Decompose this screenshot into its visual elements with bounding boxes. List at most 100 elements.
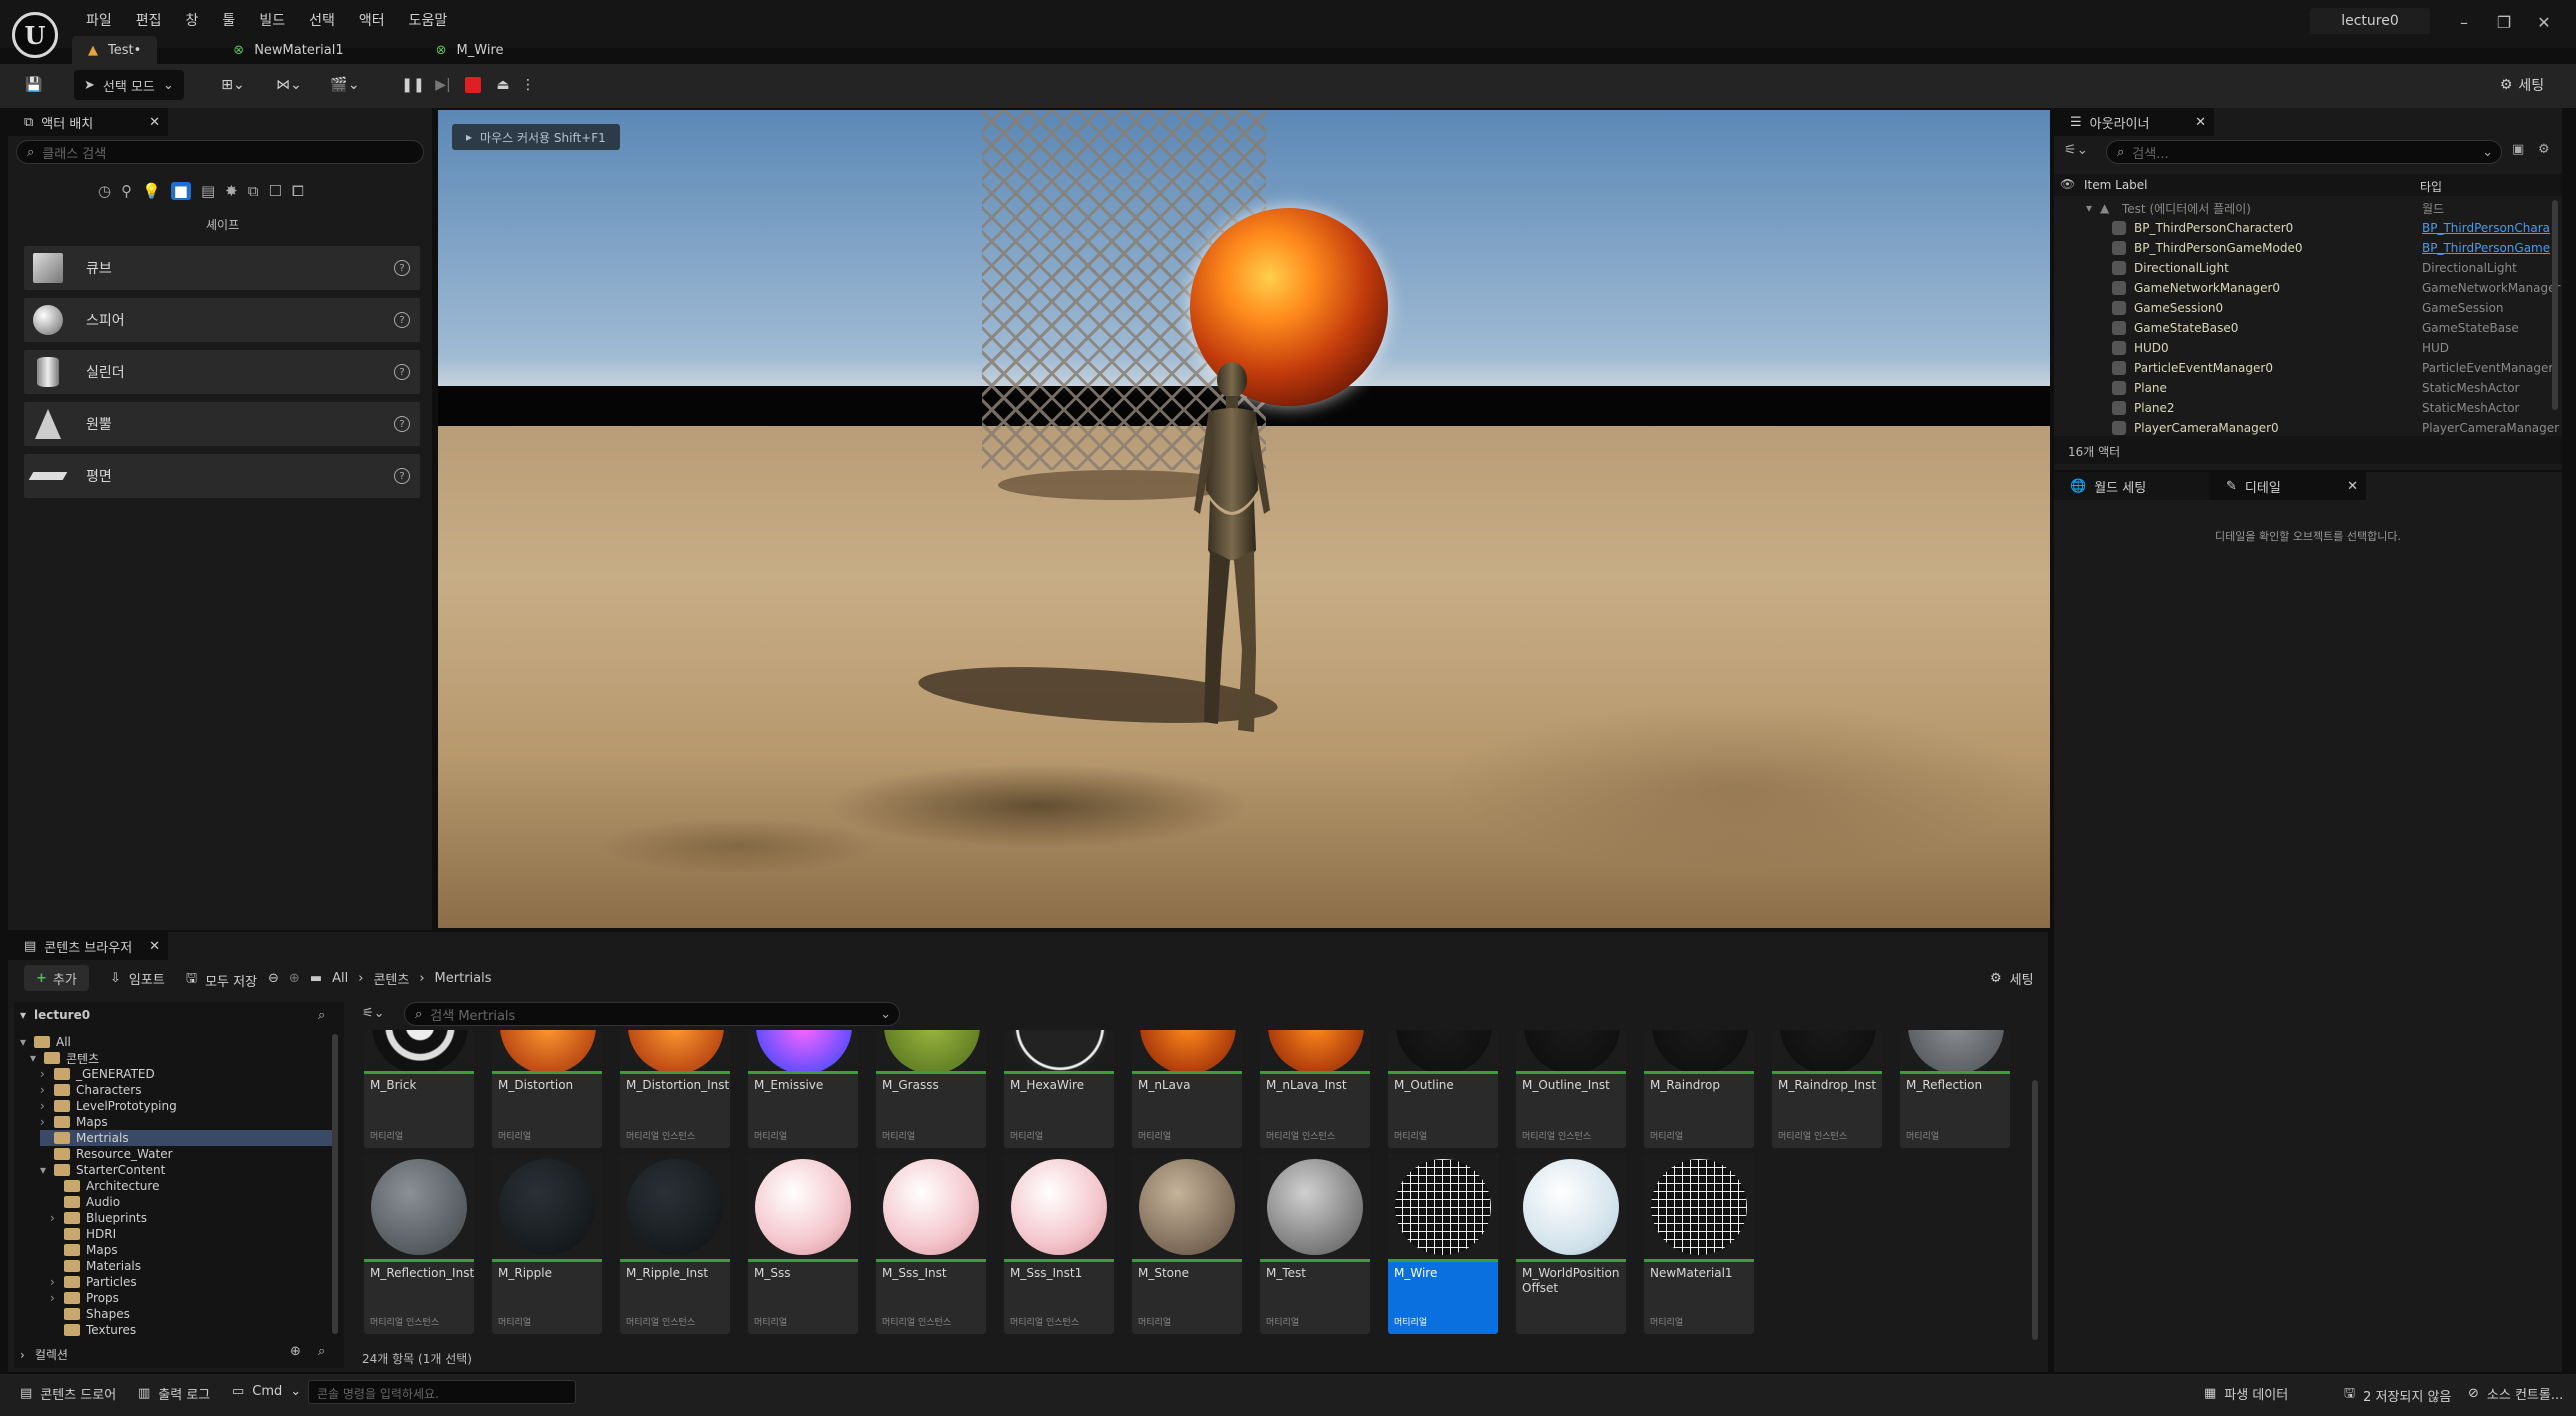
tree-folder[interactable]: ▾ All [20, 1034, 71, 1050]
tree-folder[interactable]: › _GENERATED [40, 1066, 155, 1082]
close-tab-icon[interactable]: ✕ [149, 939, 160, 954]
outliner-row[interactable]: DirectionalLight DirectionalLight [2066, 258, 2550, 278]
filter-icon[interactable]: ⚟⌄ [2064, 142, 2088, 158]
asset-tile[interactable]: M_Sss_Inst1 머티리얼 인스턴스 [1004, 1154, 1114, 1334]
outliner-row[interactable]: GameNetworkManager0 GameNetworkManager [2066, 278, 2560, 298]
menu-item-actor[interactable]: 액터 [347, 10, 397, 30]
outliner-row[interactable]: BP_ThirdPersonCharacter0 BP_ThirdPersonCh… [2066, 218, 2550, 238]
visual-effects-icon[interactable]: ✸ [225, 182, 238, 200]
tree-folder[interactable]: Mertrials [40, 1130, 334, 1146]
actor-type[interactable]: BP_ThirdPersonChara [2422, 221, 2550, 235]
recent-icon[interactable]: ◷ [98, 182, 111, 200]
menu-item-file[interactable]: 파일 [74, 10, 124, 30]
play-options-icon[interactable]: ⋮ [520, 70, 536, 100]
tree-folder[interactable]: ▾ 콘텐츠 [30, 1050, 99, 1066]
content-drawer-button[interactable]: ▤ 콘텐츠 드로어 [20, 1384, 116, 1403]
minimize-icon[interactable]: – [2444, 10, 2484, 34]
asset-tile[interactable]: M_Raindrop 머티리얼 [1644, 1030, 1754, 1148]
eject-icon[interactable]: ⏏ [490, 70, 516, 100]
asset-tile[interactable]: M_Ripple_Inst 머티리얼 인스턴스 [620, 1154, 730, 1334]
save-icon[interactable]: 💾 [16, 70, 52, 100]
mode-select-button[interactable]: ➤ 선택 모드 ⌄ [74, 70, 184, 100]
cinematics-icon[interactable]: 🎬⌄ [322, 70, 368, 100]
gear-icon[interactable]: ⚙ [2538, 142, 2550, 157]
tree-folder[interactable]: › Particles [50, 1274, 137, 1290]
blueprint-icon[interactable]: ⋈⌄ [266, 70, 312, 100]
tree-folder[interactable]: › Blueprints [50, 1210, 147, 1226]
tree-folder[interactable]: Audio [50, 1194, 120, 1210]
content-browser-tab[interactable]: ▤ 콘텐츠 브라우저 ✕ [8, 932, 168, 960]
import-button[interactable]: ⇩ 임포트 [110, 969, 165, 988]
shape-item-sphere[interactable]: 스피어 ? [24, 298, 420, 342]
tab-level-test[interactable]: ▲ Test• [72, 36, 158, 64]
save-all-button[interactable]: 🖫 모두 저장 [186, 969, 257, 991]
add-folder-icon[interactable]: ▣ [2512, 142, 2524, 157]
cmd-dropdown[interactable]: ▭ Cmd ⌄ [232, 1384, 301, 1399]
outliner-row[interactable]: Plane2 StaticMeshActor [2066, 398, 2550, 418]
search-icon[interactable]: ⌕ [318, 1008, 325, 1023]
tree-folder[interactable]: Shapes [50, 1306, 130, 1322]
column-item-label[interactable]: Item Label [2084, 178, 2148, 192]
cinematic-icon[interactable]: ▤ [201, 182, 215, 200]
search-icon[interactable]: ⌕ [318, 1344, 325, 1359]
step-frame-icon[interactable]: ▶| [430, 70, 456, 100]
help-icon[interactable]: ? [394, 416, 410, 432]
level-viewport[interactable]: ▸ 마우스 커서용 Shift+F1 [438, 110, 2050, 928]
menu-item-help[interactable]: 도움말 [397, 10, 460, 30]
asset-tile[interactable]: M_HexaWire 머티리얼 [1004, 1030, 1114, 1148]
expand-arrow-icon[interactable]: › [40, 1067, 48, 1081]
shape-item-cube[interactable]: 큐브 ? [24, 246, 420, 290]
outliner-row[interactable]: Plane StaticMeshActor [2066, 378, 2550, 398]
outliner-search-input[interactable]: ⌕ 검색... ⌄ [2106, 140, 2502, 164]
help-icon[interactable]: ? [394, 364, 410, 380]
collections-header[interactable]: › 컬렉션 [20, 1346, 68, 1363]
menu-item-select[interactable]: 선택 [297, 10, 347, 30]
tree-folder[interactable]: › Props [50, 1290, 119, 1306]
tab-newmaterial1[interactable]: ⊗ NewMaterial1 [217, 36, 359, 64]
more-classes-icon[interactable]: ⧠ [292, 182, 304, 200]
expand-arrow-icon[interactable]: › [50, 1275, 58, 1289]
help-icon[interactable]: ? [394, 260, 410, 276]
breadcrumb-all[interactable]: All [332, 971, 348, 986]
expand-arrow-icon[interactable]: › [50, 1291, 58, 1305]
stop-icon[interactable] [460, 70, 486, 100]
expand-arrow-icon[interactable]: › [40, 1083, 48, 1097]
expand-arrow-icon[interactable]: ▾ [20, 1035, 28, 1049]
help-icon[interactable]: ? [394, 312, 410, 328]
volumes-icon[interactable]: ⧉ [248, 182, 259, 200]
close-tab-icon[interactable]: ✕ [149, 115, 160, 130]
details-tab[interactable]: ✎ 디테일 ✕ [2210, 472, 2366, 500]
actor-type[interactable]: BP_ThirdPersonGame [2422, 241, 2550, 255]
outliner-row[interactable]: GameStateBase0 GameStateBase [2066, 318, 2550, 338]
expand-arrow-icon[interactable]: › [40, 1115, 48, 1129]
tree-root[interactable]: ▾ lecture0 [20, 1008, 90, 1022]
asset-tile[interactable]: M_Reflection 머티리얼 [1900, 1030, 2010, 1148]
column-type[interactable]: 타입 [2420, 178, 2442, 195]
asset-tile[interactable]: M_nLava_Inst 머티리얼 인스턴스 [1260, 1030, 1370, 1148]
expand-arrow-icon[interactable]: ▾ [40, 1163, 48, 1177]
lights-icon[interactable]: 💡 [142, 182, 161, 200]
filter-icon[interactable]: ⚟⌄ [362, 1006, 385, 1021]
add-button[interactable]: + 추가 [24, 965, 89, 991]
source-control-button[interactable]: ⊘ 소스 컨트롤... [2468, 1384, 2563, 1403]
asset-tile[interactable]: M_Grasss 머티리얼 [876, 1030, 986, 1148]
expand-arrow-icon[interactable]: › [50, 1211, 58, 1225]
asset-tile[interactable]: M_Test 머티리얼 [1260, 1154, 1370, 1334]
menu-item-build[interactable]: 빌드 [247, 10, 297, 30]
tree-folder[interactable]: › Characters [40, 1082, 142, 1098]
asset-scrollbar[interactable] [2032, 1080, 2038, 1340]
asset-tile[interactable]: NewMaterial1 머티리얼 [1644, 1154, 1754, 1334]
shape-item-cone[interactable]: 원뿔 ? [24, 402, 420, 446]
unsaved-button[interactable]: 🖫 2 저장되지 않음 [2344, 1384, 2451, 1406]
outliner-row[interactable]: HUD0 HUD [2066, 338, 2550, 358]
forward-icon[interactable]: ⊕ [289, 971, 300, 986]
tree-folder[interactable]: Architecture [50, 1178, 159, 1194]
console-input[interactable]: 콘솔 명령을 입력하세요. [308, 1380, 576, 1404]
shape-item-plane[interactable]: 평면 ? [24, 454, 420, 498]
outliner-row[interactable]: ParticleEventManager0 ParticleEventManage… [2066, 358, 2553, 378]
tree-folder[interactable]: Maps [50, 1242, 118, 1258]
tree-folder[interactable]: Materials [50, 1258, 141, 1274]
visibility-eye-icon[interactable]: 👁 [2060, 177, 2075, 191]
asset-tile[interactable]: M_Wire 머티리얼 [1388, 1154, 1498, 1334]
asset-tile[interactable]: M_Sss 머티리얼 [748, 1154, 858, 1334]
